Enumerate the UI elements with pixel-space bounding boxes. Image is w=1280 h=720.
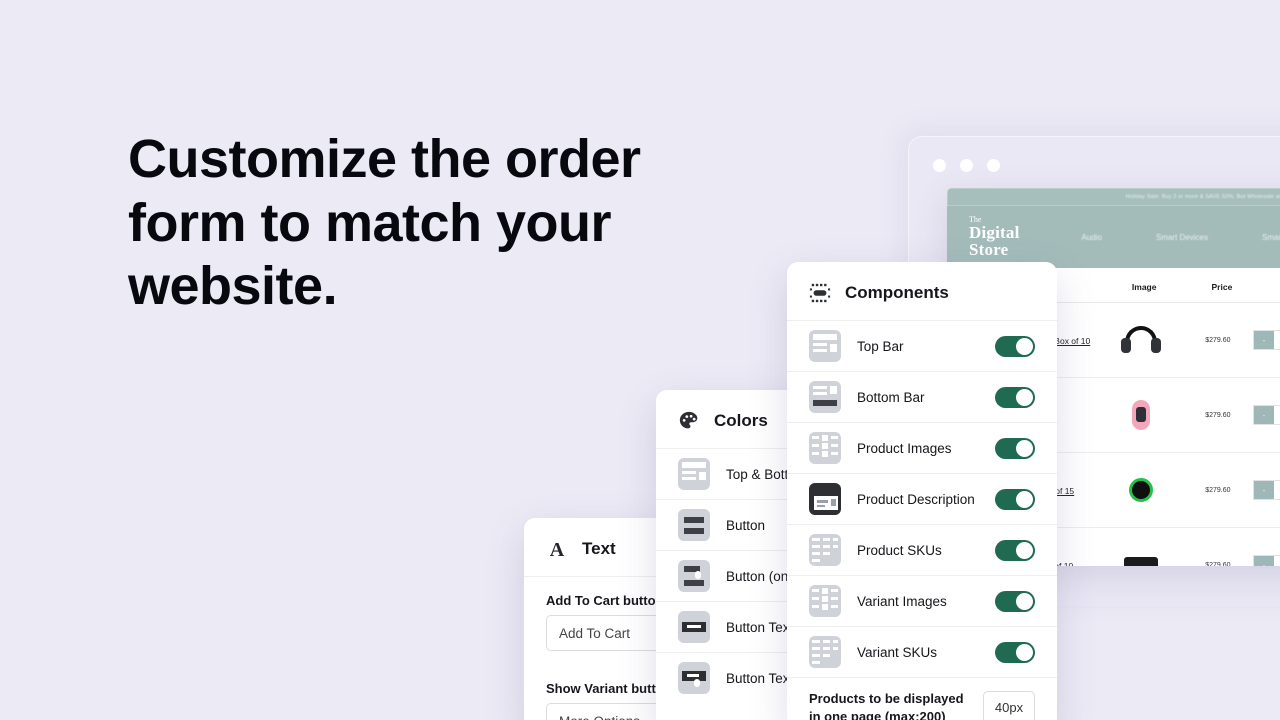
dot-green-icon [987,159,1000,172]
product-price: $279.60 [1205,411,1231,419]
component-row-label: Variant SKUs [857,644,938,660]
headphones-thumb-icon [1121,326,1162,354]
dot-red-icon [933,159,946,172]
component-row-product-skus[interactable]: Product SKUs [787,524,1057,575]
palette-icon [678,410,700,432]
quantity-stepper[interactable]: - [1253,555,1280,566]
product-price: $279.60 [1205,336,1231,344]
products-per-page-input[interactable]: 40px [983,690,1035,720]
component-row-bottom-bar[interactable]: Bottom Bar [787,371,1057,422]
component-row-variant-skus[interactable]: Variant SKUs [787,626,1057,677]
text-a-icon: A [546,538,568,561]
toggle-top-bar[interactable] [995,335,1035,357]
quantity-decrement-button[interactable]: - [1254,406,1274,424]
component-row-variant-images[interactable]: Variant Images [787,575,1057,626]
store-nav-item-1[interactable]: Smart Devices [1156,233,1208,242]
component-row-top-bar[interactable]: Top Bar [787,320,1057,371]
store-nav-item-0[interactable]: Audio [1082,233,1102,242]
toggle-product-description[interactable] [995,488,1035,510]
store-header: The Digital Store Audio Smart Devices Sm… [947,206,1280,268]
store-logo: The Digital Store [969,215,1020,260]
quantity-decrement-button[interactable]: - [1254,556,1274,566]
quantity-input[interactable] [1274,331,1280,349]
variant-images-thumb-icon [809,585,841,617]
bottom-bar-thumb-icon [809,381,841,413]
component-row-label: Variant Images [857,593,947,609]
page-title: Customize the order form to match your w… [128,129,641,317]
component-row-label: Product SKUs [857,542,942,558]
product-price: $279.60 [1205,486,1231,494]
smartband-thumb-icon [1132,400,1151,430]
quantity-stepper[interactable]: - [1253,480,1280,500]
column-header-quantity: Qua [1258,282,1280,292]
product-images-thumb-icon [809,432,841,464]
store-nav-item-2[interactable]: Smart Devices [1262,233,1280,242]
chip-icon [809,282,831,304]
top-bar-thumb-icon [809,330,841,362]
components-settings-panel: Components Top Bar Bottom Bar Product Im… [787,262,1057,720]
component-row-label: Product Description [857,491,975,507]
quantity-decrement-button[interactable]: - [1254,481,1274,499]
product-description-thumb-icon [809,483,841,515]
button-hover-thumb-icon [678,560,710,592]
colors-panel-title: Colors [714,411,768,430]
column-header-price: Price [1211,282,1233,292]
store-logo-line2: Store [969,240,1009,260]
components-panel-header: Components [787,262,1057,320]
quantity-stepper[interactable]: - [1253,330,1280,350]
top-bottom-bar-thumb-icon [678,458,710,490]
dot-yellow-icon [960,159,973,172]
button-text-hover-thumb-icon [678,662,710,694]
toggle-product-images[interactable] [995,437,1035,459]
toggle-product-skus[interactable] [995,539,1035,561]
store-nav[interactable]: Audio Smart Devices Smart Devices [1082,233,1280,242]
components-panel-title: Components [845,283,949,302]
speaker-thumb-icon [1129,478,1154,502]
quantity-decrement-button[interactable]: - [1254,331,1274,349]
product-skus-thumb-icon [809,534,841,566]
component-row-label: Product Images [857,440,952,456]
svg-text:A: A [550,539,565,560]
quantity-input[interactable] [1274,481,1280,499]
column-header-image: Image [1131,282,1157,292]
variant-skus-thumb-icon [809,636,841,668]
toggle-bottom-bar[interactable] [995,386,1035,408]
product-price: $279.60 [1205,561,1231,567]
toggle-variant-images[interactable] [995,590,1035,612]
toggle-variant-skus[interactable] [995,641,1035,663]
products-per-page-label: Products to be displayed in one page (ma… [809,691,964,720]
store-logo-line1: Digital [969,222,1020,242]
button-text-thumb-icon [678,611,710,643]
browser-traffic-lights [933,159,1000,172]
component-row-product-description[interactable]: Product Description [787,473,1057,524]
promo-banner: Holiday Sale: Buy 2 or more & SAVE 50%. … [947,188,1280,206]
text-panel-title: Text [582,539,616,558]
quantity-input[interactable] [1274,406,1280,424]
quantity-stepper[interactable]: - [1253,405,1280,425]
products-per-page-row: Products to be displayed in one page (ma… [787,677,1057,720]
outdoor-speaker-thumb-icon [1124,556,1159,566]
quantity-input[interactable] [1274,556,1280,566]
button-thumb-icon [678,509,710,541]
component-row-label: Bottom Bar [857,389,925,405]
component-row-product-images[interactable]: Product Images [787,422,1057,473]
component-row-label: Top Bar [857,338,904,354]
